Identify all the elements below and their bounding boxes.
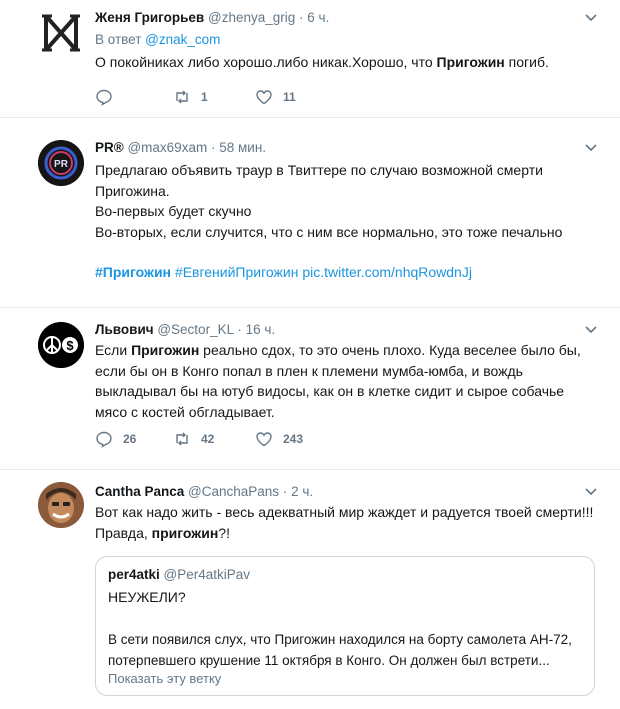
avatar-monogram-icon [42,14,80,52]
caret-down-icon[interactable] [584,323,598,337]
like-button[interactable]: 11 [255,88,296,106]
pic-link[interactable]: pic.twitter.com/nhqRowdnJj [298,264,472,280]
highlight-term: Пригожин [131,342,200,358]
timestamp[interactable]: 58 мин. [219,140,266,155]
tweet-text: Если Пригожин реально сдох, то это очень… [95,340,595,422]
caret-down-icon[interactable] [584,141,598,155]
avatar[interactable] [38,482,84,528]
caret-down-icon[interactable] [584,11,598,25]
tweet-text-line: Вот как надо жить - весь адекватный мир … [95,504,594,520]
display-name[interactable]: Женя Григорьев [95,10,204,25]
tweet-header: PR® @max69xam · 58 мин. [95,140,266,155]
tweet-text: О покойниках либо хорошо.либо никак.Хоро… [95,52,595,73]
like-button[interactable]: 243 [255,430,303,448]
tweet-text-line: Пригожина. [95,182,170,199]
quote-display-name: per4atki [108,567,160,582]
highlight-term: пригожин [151,524,219,541]
reply-context: В ответ @znak_com [95,32,220,47]
user-handle[interactable]: @Sector_KL [157,322,233,337]
display-name[interactable]: Львович [95,322,154,337]
quote-title: НЕУЖЕЛИ? [108,589,186,605]
dot-separator: · [237,322,242,337]
tweet-text-line: Предлагаю объявить траур в Твиттере по с… [95,162,543,178]
hashtag-link[interactable]: #Пригожин [95,264,171,280]
tweet-cantha[interactable]: Cantha Panca @CanchaPans · 2 ч. Вот как … [0,470,620,709]
display-name[interactable]: Cantha Panca [95,484,184,499]
tweet-text-part: погиб. [504,54,549,70]
tweet-text: Вот как надо жить - весь адекватный мир … [95,502,595,543]
tweet-lvovich[interactable]: $ Львович @Sector_KL · 16 ч. Если Пригож… [0,308,620,470]
dot-separator: · [210,140,216,155]
tweet-zhenya[interactable]: Женя Григорьев @zhenya_grig · 6 ч. В отв… [0,0,620,118]
avatar[interactable] [38,10,84,56]
hashtag-link[interactable]: #ЕвгенийПригожин [171,264,299,280]
user-handle[interactable]: @CanchaPans [188,484,279,499]
like-icon [256,90,272,105]
tweet-pr[interactable]: PR PR® @max69xam · 58 мин. Предлагаю объ… [0,118,620,308]
tweet-text-part: Если [95,342,132,358]
retweet-icon [176,432,188,446]
tweet-text-line: Во-вторых, если случится, что с ним все … [95,223,563,240]
like-count: 11 [283,90,296,104]
like-icon [256,432,272,447]
timestamp[interactable]: 6 ч. [307,10,329,25]
tweet-text-line: Во-первых будет скучно [95,203,252,219]
tweet-text-part: О покойниках либо хорошо.либо никак.Хоро… [95,54,437,70]
dot-separator: · [299,10,304,25]
avatar-logo-icon: PR [38,140,84,186]
svg-text:$: $ [66,338,74,353]
retweet-count: 42 [201,432,215,446]
retweet-button[interactable]: 42 [173,430,255,448]
reply-handle-link[interactable]: @znak_com [145,32,220,47]
tweet-text-part: ?! [218,524,230,541]
tweet-actions: 26 42 243 [95,429,303,449]
tweet-header: Cantha Panca @CanchaPans · 2 ч. [95,484,313,499]
quote-text-line: потерпевшего крушение 11 октября в Конго… [108,652,550,668]
retweet-button[interactable]: 1 [173,88,255,106]
tweet-text: Предлагаю объявить траур в Твиттере по с… [95,160,595,283]
reply-count: 26 [123,432,137,446]
timestamp[interactable]: 2 ч. [291,484,313,499]
quote-text: В сети появился слух, что Пригожин наход… [108,630,588,671]
show-thread-link[interactable]: Показать эту ветку [108,671,221,686]
user-handle[interactable]: @max69xam [127,140,207,155]
tweet-header: Львович @Sector_KL · 16 ч. [95,322,275,337]
tweet-text-part: Правда, [95,524,152,541]
reply-icon [96,89,112,106]
quote-user-handle: @Per4atkiPav [163,567,251,582]
reply-button[interactable]: 26 [95,430,173,448]
tweet-header: Женя Григорьев @zhenya_grig · 6 ч. [95,10,329,25]
reply-prefix: В ответ [95,32,146,47]
retweet-count: 1 [201,90,208,104]
avatar[interactable]: $ [38,322,84,368]
highlight-term: Пригожин [436,54,505,70]
quoted-tweet[interactable]: per4atki @Per4atkiPav НЕУЖЕЛИ? В сети по… [95,556,595,696]
like-count: 243 [283,432,304,446]
display-name[interactable]: PR® [95,140,124,155]
reply-icon [96,431,112,448]
retweet-icon [176,90,188,104]
quote-header: per4atki @Per4atkiPav [108,567,250,582]
reply-button[interactable] [95,88,173,106]
svg-text:PR: PR [54,159,69,170]
caret-down-icon[interactable] [584,485,598,499]
dot-separator: · [282,484,288,499]
avatar-photo-icon [38,482,84,528]
user-handle[interactable]: @zhenya_grig [208,10,295,25]
quote-text-line: В сети появился слух, что Пригожин наход… [108,632,572,647]
avatar[interactable]: PR [38,140,84,186]
avatar-peace-dollar-icon: $ [38,322,84,368]
timestamp[interactable]: 16 ч. [246,322,276,337]
tweet-actions: 1 11 [95,87,296,107]
